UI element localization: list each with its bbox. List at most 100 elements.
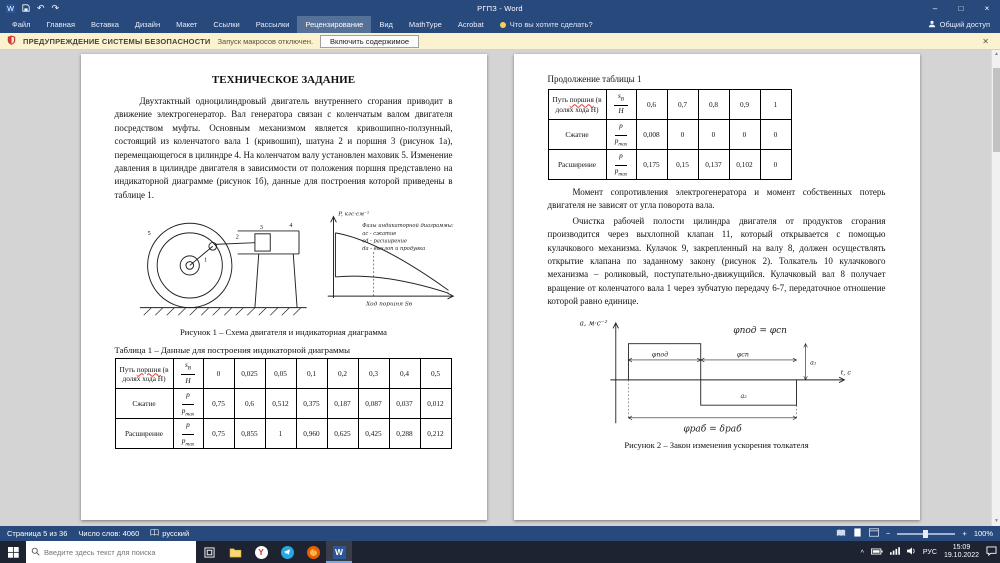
math-fraction-p-pmax: ppmax: [173, 389, 203, 419]
zoom-slider[interactable]: [897, 533, 955, 535]
scroll-up-icon[interactable]: ▲: [992, 50, 1000, 59]
share-button[interactable]: Общий доступ: [918, 16, 1000, 33]
table-cell: 0,425: [358, 419, 389, 449]
svg-text:a, м·с⁻²: a, м·с⁻²: [579, 318, 607, 327]
yandex-glyph: Y: [255, 546, 268, 559]
notification-center-icon[interactable]: [986, 546, 997, 558]
message-bar-close-icon[interactable]: ✕: [978, 37, 993, 46]
maximize-button[interactable]: □: [948, 0, 974, 16]
windows-taskbar: Y W ^ РУС 1: [0, 541, 1000, 563]
table-cell: 0,288: [389, 419, 420, 449]
start-button[interactable]: [0, 541, 26, 563]
zoom-slider-thumb[interactable]: [923, 530, 928, 538]
taskbar-icon-firefox[interactable]: [300, 541, 326, 563]
table-cell: 0,855: [234, 419, 265, 449]
document-scrollbar[interactable]: ▲ ▼: [991, 50, 1000, 526]
undo-icon[interactable]: ↶: [37, 4, 45, 13]
taskbar-icon-word[interactable]: W: [326, 541, 352, 563]
zoom-out-button[interactable]: −: [886, 529, 890, 538]
search-icon: [31, 543, 40, 561]
print-layout-icon[interactable]: [853, 528, 862, 539]
proofing-language[interactable]: русский: [150, 529, 189, 538]
tab-insert[interactable]: Вставка: [83, 16, 127, 33]
tab-mailings[interactable]: Рассылки: [248, 16, 298, 33]
save-icon[interactable]: [22, 4, 30, 12]
table-row: Сжатие ppmax 0,008 0 0 0 0: [548, 120, 791, 150]
document-page-2: Продолжение таблицы 1 Путь поршня (в дол…: [514, 54, 920, 520]
taskbar-clock[interactable]: 15:09 19.10.2022: [944, 544, 979, 560]
zoom-in-button[interactable]: +: [962, 529, 966, 538]
word-count[interactable]: Число слов: 4060: [78, 529, 139, 538]
table-cell: 0,212: [420, 419, 451, 449]
tab-file[interactable]: Файл: [4, 16, 38, 33]
table-cell: 0,6: [636, 90, 667, 120]
figure-2-image: a, м·с⁻² φпод = φсп φпод φсп a₁ a₂ t, c …: [572, 313, 862, 435]
windows-logo-icon: [8, 547, 19, 558]
redo-icon[interactable]: ↷: [52, 4, 60, 13]
battery-icon[interactable]: [871, 548, 883, 557]
taskbar-icon-telegram[interactable]: [274, 541, 300, 563]
svg-text:2: 2: [235, 234, 238, 241]
table-row-label: Сжатие: [548, 120, 606, 150]
svg-text:t, c: t, c: [840, 369, 851, 376]
table-cell: 0: [729, 120, 760, 150]
speaker-icon[interactable]: [907, 547, 916, 557]
svg-text:W: W: [7, 4, 14, 13]
table-cell: 0,3: [358, 359, 389, 389]
taskbar-icon-explorer[interactable]: [222, 541, 248, 563]
close-button[interactable]: ×: [974, 0, 1000, 16]
tab-mathtype[interactable]: MathType: [401, 16, 450, 33]
language-indicator[interactable]: РУС: [923, 549, 937, 556]
svg-text:P, кгс·см⁻²: P, кгс·см⁻²: [337, 211, 370, 218]
page-indicator[interactable]: Страница 5 из 36: [7, 529, 67, 538]
tray-chevron-icon[interactable]: ^: [861, 550, 864, 557]
table-cell: 0: [203, 359, 234, 389]
svg-text:a₁: a₁: [810, 359, 816, 366]
figure-1: 1 2 3 4 5: [115, 206, 453, 324]
tell-me-box[interactable]: Что вы хотите сделать?: [492, 16, 601, 33]
tab-review[interactable]: Рецензирование: [297, 16, 371, 33]
search-input[interactable]: [44, 548, 184, 557]
table-cell: 0,037: [389, 389, 420, 419]
title-bar: W ↶ ↷ РГПЗ - Word – □ ×: [0, 0, 1000, 16]
status-bar-right: − + 100%: [836, 528, 993, 539]
svg-text:dа - выхлоп и продувка: dа - выхлоп и продувка: [362, 246, 425, 252]
table-row-label: Сжатие: [115, 389, 173, 419]
tab-layout[interactable]: Макет: [168, 16, 205, 33]
svg-text:сd - расширение: сd - расширение: [362, 239, 407, 245]
window-controls: – □ ×: [922, 0, 1000, 16]
svg-text:φраб = δраб: φраб = δраб: [683, 423, 742, 434]
taskbar-icon-yandex-browser[interactable]: Y: [248, 541, 274, 563]
table-cell: 0: [698, 120, 729, 150]
table-cell: 0,4: [389, 359, 420, 389]
svg-text:3: 3: [259, 224, 262, 231]
svg-text:φпод = φсп: φпод = φсп: [733, 326, 787, 336]
tab-design[interactable]: Дизайн: [127, 16, 168, 33]
read-mode-icon[interactable]: [836, 529, 846, 539]
table-1-part-2: Путь поршня (в долях хода Н) sBH 0,6 0,7…: [548, 89, 792, 180]
minimize-button[interactable]: –: [922, 0, 948, 16]
tab-references[interactable]: Ссылки: [205, 16, 247, 33]
tab-home[interactable]: Главная: [38, 16, 83, 33]
network-icon[interactable]: [890, 547, 900, 557]
table-cell: 0: [760, 120, 791, 150]
clock-time: 15:09: [944, 544, 979, 552]
doc-paragraph: Двухтактный одноцилиндровый двигатель вн…: [115, 95, 453, 202]
figure-2: a, м·с⁻² φпод = φсп φпод φсп a₁ a₂ t, c …: [548, 313, 886, 437]
table-row: Сжатие ppmax 0,75 0,6 0,512 0,375 0,187 …: [115, 389, 451, 419]
table-row: Путь поршня (в долях хода Н) sBH 0,6 0,7…: [548, 90, 791, 120]
word-glyph: W: [333, 546, 346, 559]
status-bar: Страница 5 из 36 Число слов: 4060 русски…: [0, 526, 1000, 541]
tab-acrobat[interactable]: Acrobat: [450, 16, 492, 33]
scrollbar-thumb[interactable]: [993, 68, 1000, 152]
scroll-down-icon[interactable]: ▼: [992, 517, 1000, 526]
table-cell: 1: [760, 90, 791, 120]
document-page-1: ТЕХНИЧЕСКОЕ ЗАДАНИЕ Двухтактный одноцили…: [81, 54, 487, 520]
web-layout-icon[interactable]: [869, 528, 879, 539]
enable-content-button[interactable]: Включить содержимое: [320, 35, 419, 48]
task-view-button[interactable]: [196, 541, 222, 563]
tab-view[interactable]: Вид: [371, 16, 401, 33]
taskbar-search[interactable]: [26, 541, 196, 563]
share-label: Общий доступ: [940, 20, 990, 29]
zoom-level[interactable]: 100%: [974, 529, 993, 538]
